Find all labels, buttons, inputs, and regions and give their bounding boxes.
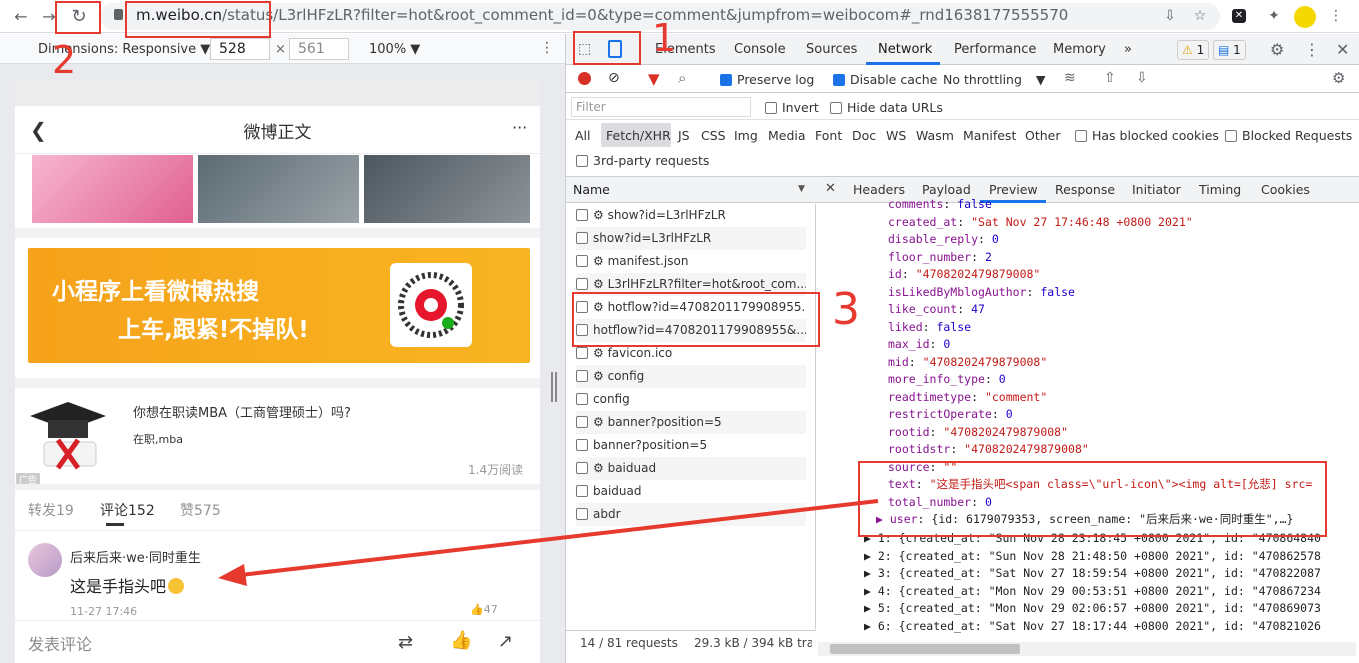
annotation-arrow	[218, 499, 879, 586]
